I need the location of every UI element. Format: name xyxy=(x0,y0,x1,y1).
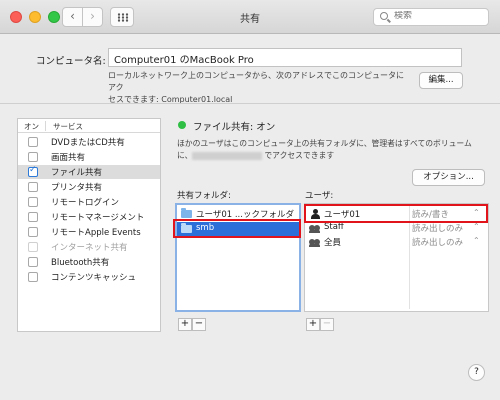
sharing-preferences-window: ‹ › 共有 コンピュータ名: Computer01 のMacBook Pro … xyxy=(0,0,500,400)
file-sharing-desc-line2: に、 でアクセスできます xyxy=(177,150,489,162)
folder-icon xyxy=(181,208,192,218)
service-checkbox[interactable] xyxy=(28,242,38,252)
add-folder-button[interactable]: + xyxy=(178,318,192,331)
edit-button[interactable]: 編集... xyxy=(419,72,463,89)
service-checkbox[interactable] xyxy=(28,182,38,192)
users-list[interactable]: ユーザ01 読み/書き ⌃ Staff 読み出しのみ ⌃ 全員 読み出しのみ ⌃ xyxy=(304,203,489,312)
permission-popup[interactable]: 読み/書き xyxy=(412,208,449,220)
computer-name-label: コンピュータ名: xyxy=(36,56,106,67)
desc-suffix: でアクセスできます xyxy=(264,151,335,160)
service-label: 画面共有 xyxy=(51,153,86,163)
popup-arrows-icon: ⌃ xyxy=(473,208,480,217)
desc-prefix: に、 xyxy=(177,151,193,160)
service-item[interactable]: リモートApple Events xyxy=(18,225,160,239)
service-item[interactable]: ファイル共有 xyxy=(18,165,160,179)
user-name: ユーザ01 xyxy=(324,210,361,220)
remove-folder-button[interactable]: − xyxy=(192,318,206,331)
options-button[interactable]: オプション... xyxy=(412,169,485,186)
service-item[interactable]: 画面共有 xyxy=(18,150,160,164)
service-item[interactable]: インターネット共有 xyxy=(18,240,160,254)
group-icon xyxy=(309,223,321,233)
folder-name: smb xyxy=(196,223,215,233)
user-item[interactable]: 全員 読み出しのみ ⌃ xyxy=(305,235,488,249)
users-label: ユーザ: xyxy=(305,191,334,201)
status-dot xyxy=(178,121,186,129)
popup-arrows-icon: ⌃ xyxy=(473,236,480,245)
service-item[interactable]: コンテンツキャッシュ xyxy=(18,270,160,284)
remove-user-button[interactable]: − xyxy=(320,318,334,331)
service-item[interactable]: Bluetooth共有 xyxy=(18,255,160,269)
service-item[interactable]: リモートログイン xyxy=(18,195,160,209)
user-item[interactable]: Staff 読み出しのみ ⌃ xyxy=(305,221,488,235)
service-item[interactable]: リモートマネージメント xyxy=(18,210,160,224)
search-icon xyxy=(380,12,388,20)
header-service: サービス xyxy=(53,122,83,131)
user-name: 全員 xyxy=(324,238,342,248)
help-button[interactable]: ? xyxy=(468,364,485,381)
shared-folder-item[interactable]: ユーザ01 ...ックフォルダ xyxy=(177,207,299,221)
user-name: Staff xyxy=(324,222,344,232)
service-checkbox[interactable] xyxy=(28,257,38,267)
popup-arrows-icon: ⌃ xyxy=(473,222,480,231)
computer-name-field[interactable]: Computer01 のMacBook Pro xyxy=(108,48,462,67)
permission-popup[interactable]: 読み出しのみ xyxy=(412,222,463,234)
service-checkbox[interactable] xyxy=(28,212,38,222)
folder-icon xyxy=(181,223,192,233)
service-label: DVDまたはCD共有 xyxy=(51,138,125,148)
service-label: プリンタ共有 xyxy=(51,183,103,193)
local-address-line2: セスできます: Computer01.local xyxy=(108,95,233,104)
redacted-address xyxy=(192,152,263,160)
service-label: Bluetooth共有 xyxy=(51,258,110,268)
service-checkbox[interactable] xyxy=(28,152,38,162)
service-checkbox[interactable] xyxy=(28,137,38,147)
service-label: リモートApple Events xyxy=(51,228,141,238)
local-address-description: ローカルネットワーク上のコンピュータから、次のアドレスでこのコンピュータにアク … xyxy=(108,70,408,106)
service-checkbox[interactable] xyxy=(28,165,38,177)
service-checkbox[interactable] xyxy=(28,227,38,237)
search-input[interactable] xyxy=(394,11,484,21)
service-label: リモートログイン xyxy=(51,198,120,208)
service-label: リモートマネージメント xyxy=(51,213,145,223)
shared-folders-label: 共有フォルダ: xyxy=(177,191,231,201)
group-icon xyxy=(309,237,321,247)
search-box[interactable] xyxy=(373,8,489,26)
permission-popup[interactable]: 読み出しのみ xyxy=(412,236,463,248)
service-list: オン サービス DVDまたはCD共有画面共有ファイル共有プリンタ共有リモートログ… xyxy=(17,118,161,332)
user-item[interactable]: ユーザ01 読み/書き ⌃ xyxy=(305,207,488,221)
add-user-button[interactable]: + xyxy=(306,318,320,331)
local-address-line1: ローカルネットワーク上のコンピュータから、次のアドレスでこのコンピュータにアク xyxy=(108,71,404,92)
title-bar: ‹ › 共有 xyxy=(0,0,500,34)
service-item[interactable]: プリンタ共有 xyxy=(18,180,160,194)
shared-folders-list[interactable]: ユーザ01 ...ックフォルダ smb xyxy=(175,203,301,312)
service-item[interactable]: DVDまたはCD共有 xyxy=(18,135,160,149)
file-sharing-desc-line1: ほかのユーザはこのコンピュータ上の共有フォルダに、管理者はすべてのボリューム xyxy=(177,139,472,148)
header-on: オン xyxy=(24,122,39,131)
header-separator xyxy=(45,121,46,131)
service-checkbox[interactable] xyxy=(28,197,38,207)
file-sharing-description: ほかのユーザはこのコンピュータ上の共有フォルダに、管理者はすべてのボリューム に… xyxy=(177,138,489,162)
person-icon xyxy=(311,209,320,219)
service-list-header: オン サービス xyxy=(18,119,160,133)
folder-name: ユーザ01 ...ックフォルダ xyxy=(196,210,294,220)
service-label: ファイル共有 xyxy=(51,168,103,178)
user-add-remove: + − xyxy=(306,318,334,331)
service-checkbox[interactable] xyxy=(28,272,38,282)
service-label: コンテンツキャッシュ xyxy=(51,273,137,283)
file-sharing-status: ファイル共有: オン xyxy=(193,122,276,133)
shared-folder-item[interactable]: smb xyxy=(177,222,299,236)
divider xyxy=(0,103,500,104)
service-label: インターネット共有 xyxy=(51,243,128,253)
folder-add-remove: + − xyxy=(178,318,206,331)
